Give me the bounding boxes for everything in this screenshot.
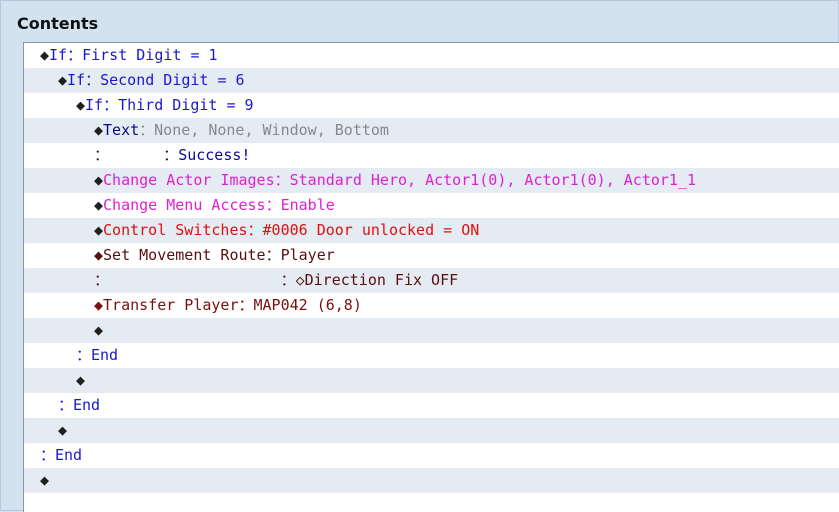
command-text: ：End [76, 346, 119, 364]
command-text: Control Switches：#0006 Door unlocked = O… [103, 221, 480, 239]
command-text: If：Second Digit = 6 [67, 71, 245, 89]
command-text: Success! [178, 146, 251, 164]
command-row[interactable]: ：End [24, 343, 839, 368]
command-text: ：End [58, 396, 101, 414]
command-text: If：Third Digit = 9 [85, 96, 254, 114]
contents-panel: Contents ◆If：First Digit = 1 ◆If：Second D… [0, 0, 839, 512]
command-text: ◆ [76, 371, 86, 389]
command-text: ◆ [94, 171, 104, 189]
command-text: ◆ [58, 421, 68, 439]
command-text: ◆ [94, 221, 104, 239]
command-text: ◆ [58, 71, 68, 89]
command-text: ◆ [40, 46, 50, 64]
command-row[interactable]: ◆If：Second Digit = 6 [24, 68, 839, 93]
command-text: ：End [40, 446, 83, 464]
command-text: ◆Transfer Player：MAP042 (6,8) [94, 296, 362, 314]
command-text: ◆ [94, 121, 104, 139]
command-text: ◆ [94, 321, 104, 339]
command-text: Change Menu Access：Enable [103, 196, 335, 214]
event-command-list[interactable]: ◆If：First Digit = 1 ◆If：Second Digit = 6 ◆… [23, 42, 839, 512]
panel-title: Contents [17, 14, 99, 33]
command-text: If：First Digit = 1 [49, 46, 218, 64]
command-row[interactable]: ◆Transfer Player：MAP042 (6,8) [24, 293, 839, 318]
command-row[interactable]: ◆If：First Digit = 1 [24, 43, 839, 68]
command-row[interactable]: ◆Change Menu Access：Enable [24, 193, 839, 218]
command-row[interactable]: ◆ [24, 418, 839, 443]
command-text: ◆ [40, 471, 50, 489]
command-row[interactable]: ：End [24, 393, 839, 418]
command-row[interactable]: ◆Change Actor Images：Standard Hero, Acto… [24, 168, 839, 193]
command-row[interactable]: ◆If：Third Digit = 9 [24, 93, 839, 118]
command-row[interactable]: ：End [24, 443, 839, 468]
command-text: ◆Set Movement Route：Player [94, 246, 335, 264]
command-text: ◆ [76, 96, 86, 114]
command-row[interactable]: ◆Control Switches：#0006 Door unlocked = … [24, 218, 839, 243]
command-text: Change Actor Images：Standard Hero, Actor… [103, 171, 697, 189]
command-row[interactable]: ： ：Success! [24, 143, 839, 168]
command-text: ◆ [94, 196, 104, 214]
command-row[interactable]: ◆ [24, 368, 839, 393]
command-row[interactable]: ： ：◇Direction Fix OFF [24, 268, 839, 293]
command-text: ：None, None, Window, Bottom [139, 121, 389, 139]
command-text: ： ：◇Direction Fix OFF [94, 271, 459, 289]
command-row[interactable]: ◆ [24, 318, 839, 343]
command-row[interactable]: ◆Text：None, None, Window, Bottom [24, 118, 839, 143]
command-text: Text [103, 121, 140, 139]
command-row[interactable]: ◆Set Movement Route：Player [24, 243, 839, 268]
command-row[interactable]: ◆ [24, 468, 839, 493]
command-text: ： ： [94, 146, 179, 164]
